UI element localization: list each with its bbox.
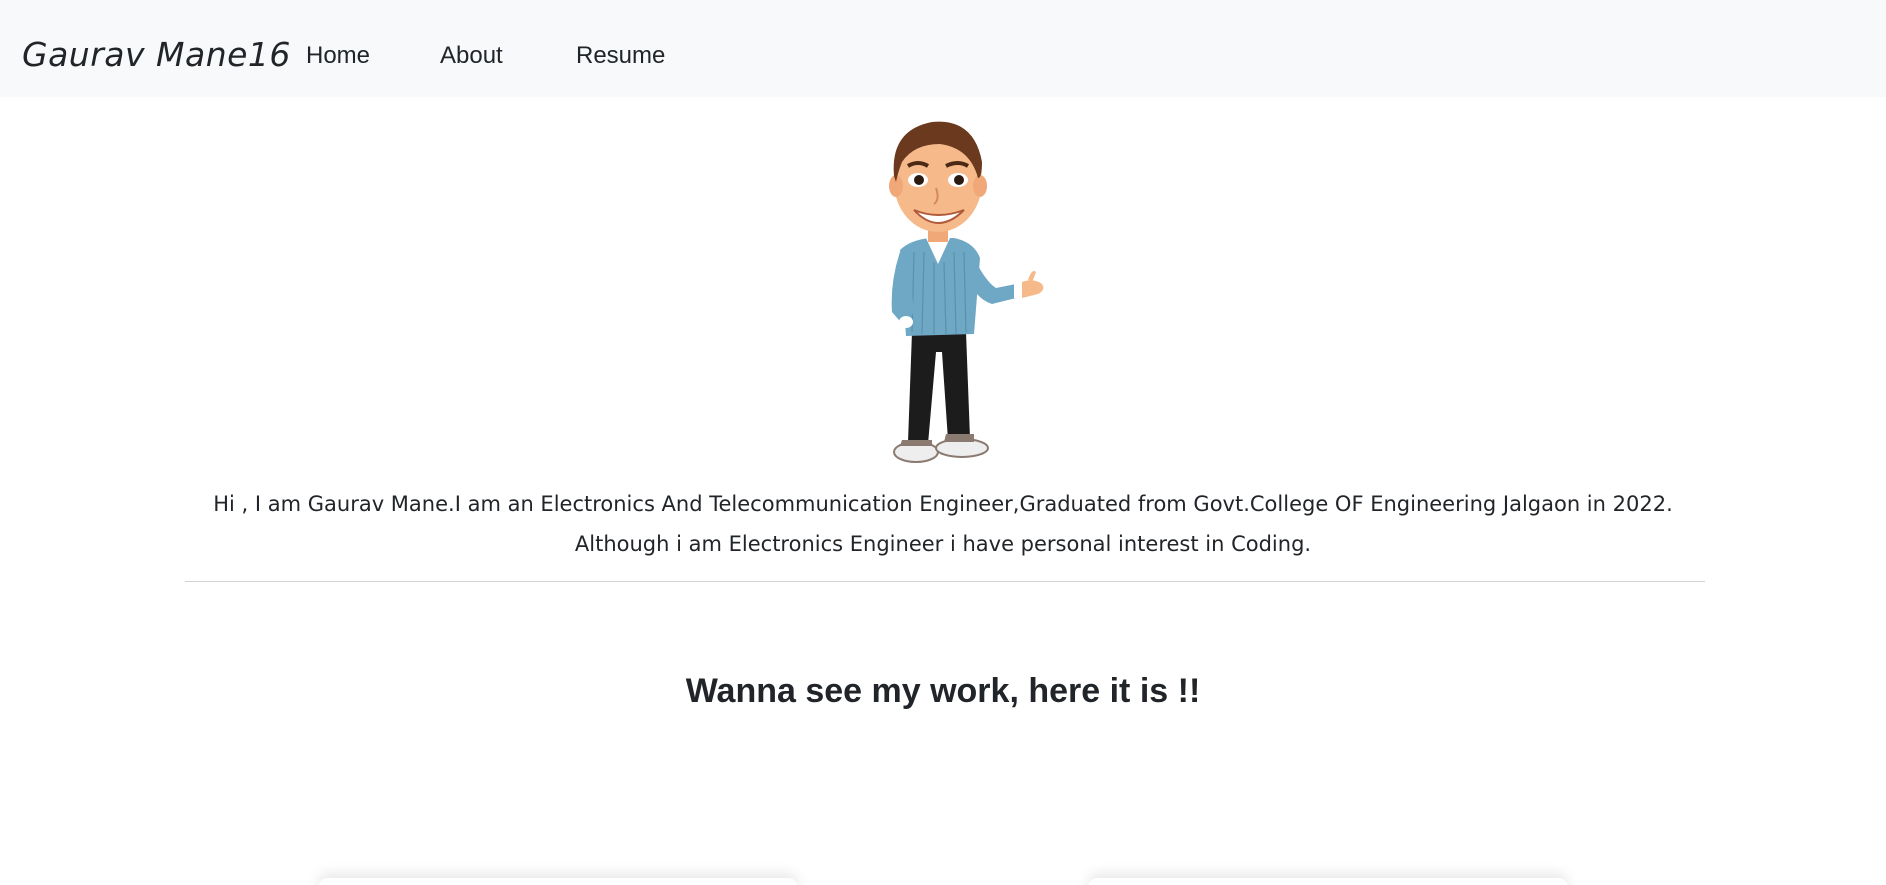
nav-home-link[interactable]: Home [306,42,370,70]
nav-about-link[interactable]: About [440,42,503,70]
project-card-right[interactable] [1088,878,1568,885]
cartoon-avatar-image [870,112,1050,472]
intro-text-line-2: Although i am Electronics Engineer i hav… [574,532,1312,556]
brand-link[interactable]: Gaurav Mane16 [22,35,291,74]
work-section-heading: Wanna see my work, here it is !! [685,672,1201,710]
section-divider [185,581,1705,582]
project-card-left[interactable] [318,878,798,885]
top-navbar: Gaurav Mane16 Home About Resume [0,0,1886,97]
intro-text-line-1: Hi , I am Gaurav Mane.I am an Electronic… [213,492,1673,516]
nav-resume-link[interactable]: Resume [576,42,665,70]
